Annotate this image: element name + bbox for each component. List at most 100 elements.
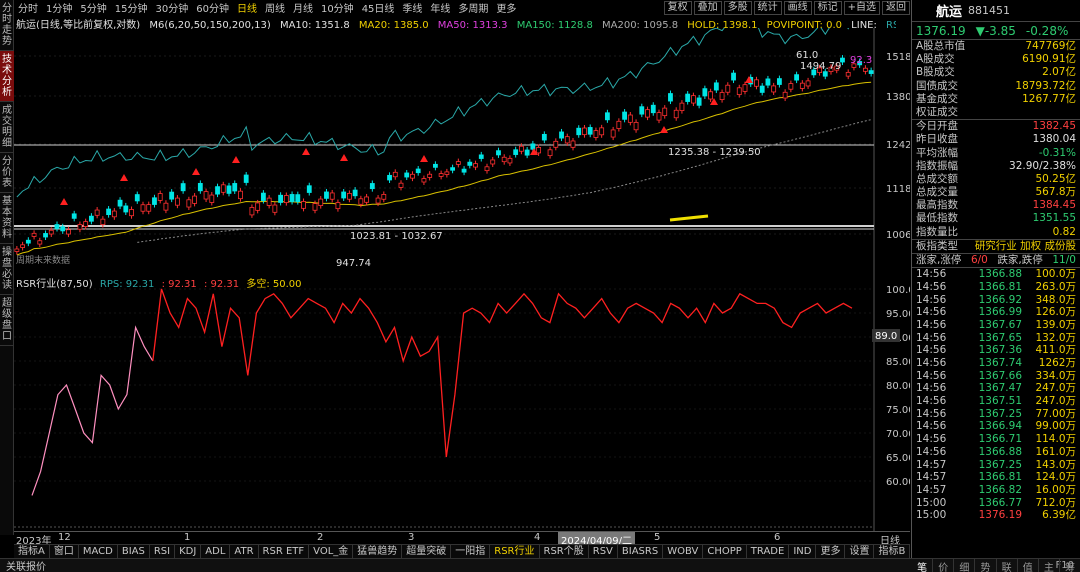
tick-row: 15:00 1366.77 712.0万	[912, 497, 1080, 510]
indicator-right-tab-0[interactable]: 指标B	[874, 545, 911, 558]
candle-body	[530, 143, 536, 150]
indicator-tab-16[interactable]: BIASRS	[618, 545, 664, 558]
rsr-chart[interactable]: 100.095.0090.0085.0080.0075.0070.0065.00…	[14, 272, 910, 531]
candle-body	[226, 185, 232, 194]
candle-body	[295, 194, 301, 202]
candle-body	[805, 80, 811, 87]
indicator-tab-13[interactable]: RSR行业	[490, 545, 540, 558]
toolbar-button-7[interactable]: 返回	[882, 0, 910, 15]
board-type-label: 板指类型	[916, 239, 958, 252]
timeframe-tab-4[interactable]: 30分钟	[151, 0, 192, 15]
side-tab-6[interactable]: 超级盘口	[0, 295, 14, 346]
side-tab-5[interactable]: 操盘必读	[0, 244, 14, 295]
tick-list[interactable]: 14:56 1366.88 100.0万 14:56 1366.81 263.0万 14:5…	[912, 267, 1080, 522]
timeframe-tab-14[interactable]: 更多	[492, 0, 520, 15]
stat-label: 总成交量	[916, 186, 958, 199]
timeframe-tab-11[interactable]: 季线	[398, 0, 426, 15]
board-type-value[interactable]: 研究行业 加权 成份股	[975, 240, 1076, 253]
panel-tab-6[interactable]: 主	[1039, 559, 1060, 572]
indicator-tab-5[interactable]: KDJ	[175, 545, 202, 558]
stat-label: 今日开盘	[916, 120, 958, 133]
toolbar-button-5[interactable]: 标记	[813, 0, 842, 15]
tick-row: 14:57 1367.25 143.0万	[912, 459, 1080, 472]
candle-body	[329, 192, 335, 200]
timeframe-tab-0[interactable]: 分时	[14, 0, 42, 15]
side-tab-1[interactable]: 技术分析	[0, 51, 14, 102]
panel-tab-5[interactable]: 值	[1018, 559, 1039, 572]
toolbar-button-2[interactable]: 多股	[723, 0, 752, 15]
panel-tab-0[interactable]: 笔	[912, 559, 934, 572]
indicator-tab-9[interactable]: VOL_金	[309, 545, 354, 558]
indicator-tab-19[interactable]: TRADE	[747, 545, 790, 558]
indicator-tab-21[interactable]: 更多	[816, 545, 846, 558]
indicator-tab-20[interactable]: IND	[789, 545, 817, 558]
price-axis-label: 1118	[886, 184, 910, 195]
candle-body	[868, 70, 874, 74]
timeframe-tab-12[interactable]: 年线	[426, 0, 454, 15]
indicator-tab-1[interactable]: 窗口	[50, 545, 79, 558]
linked-quote-button[interactable]: 关联报价	[0, 558, 52, 572]
indicator-tab-4[interactable]: RSI	[150, 545, 176, 558]
tick-row: 14:56 1367.74 1262万	[912, 357, 1080, 370]
signal-triangle	[120, 174, 128, 181]
tick-time: 14:57	[916, 483, 947, 496]
side-tab-4[interactable]: 基本资料	[0, 193, 14, 244]
indicator-tab-3[interactable]: BIAS	[118, 545, 150, 558]
panel-tab-4[interactable]: 联	[997, 559, 1018, 572]
indicator-tab-7[interactable]: ATR	[230, 545, 259, 558]
panel-tab-3[interactable]: 势	[975, 559, 997, 572]
indicator-tab-2[interactable]: MACD	[79, 545, 118, 558]
timeframe-tab-3[interactable]: 15分钟	[111, 0, 152, 15]
timeframe-tab-9[interactable]: 10分钟	[317, 0, 358, 15]
toolbar-button-6[interactable]: +自选	[843, 0, 880, 15]
tick-volume: 348.0万	[1035, 293, 1076, 306]
timeframe-tab-8[interactable]: 月线	[289, 0, 317, 15]
candle-body	[129, 209, 134, 217]
indicator-tab-0[interactable]: 指标A	[14, 545, 50, 558]
timeframe-tab-13[interactable]: 多周期	[454, 0, 492, 15]
side-tab-0[interactable]: 分时走势	[0, 0, 14, 51]
timeframe-tab-10[interactable]: 45日线	[358, 0, 399, 15]
side-tab-2[interactable]: 成交明细	[0, 102, 14, 153]
tick-time: 14:56	[916, 382, 947, 395]
indicator-tab-18[interactable]: CHOPP	[703, 545, 747, 558]
timeframe-tab-5[interactable]: 60分钟	[192, 0, 233, 15]
timeframe-tab-7[interactable]: 周线	[261, 0, 289, 15]
stat-label: 指数量比	[916, 225, 958, 238]
candle-body	[318, 198, 324, 206]
candle-body	[467, 161, 473, 166]
indicator-tab-12[interactable]: 一阳指	[451, 545, 491, 558]
panel-tab-7[interactable]: 筹	[1060, 559, 1080, 572]
candle-body	[249, 207, 255, 216]
indicator-tab-6[interactable]: ADL	[201, 545, 231, 558]
panel-bottom-tabs: 笔价细势联值主筹	[912, 558, 1080, 572]
indicator-tab-22[interactable]: 设置	[845, 545, 875, 558]
toolbar-button-4[interactable]: 画线	[783, 0, 812, 15]
tick-volume: 263.0万	[1035, 280, 1076, 293]
rs-annotation: 92.3	[850, 55, 872, 66]
indicator-tab-14[interactable]: RSR个股	[540, 545, 589, 558]
summary-row: 国债成交 18793.72亿	[912, 80, 1080, 93]
timeframe-tab-6[interactable]: 日线	[233, 0, 261, 15]
panel-tab-1[interactable]: 价	[933, 559, 955, 572]
side-tab-3[interactable]: 分价表	[0, 153, 14, 193]
tick-volume: 114.0万	[1035, 433, 1076, 446]
indicator-tab-11[interactable]: 超量突破	[402, 545, 452, 558]
tick-price: 1367.47	[978, 382, 1022, 395]
candle-body	[352, 189, 358, 197]
panel-tab-2[interactable]: 细	[954, 559, 976, 572]
timeframe-tab-1[interactable]: 1分钟	[42, 0, 76, 15]
timeframe-tab-2[interactable]: 5分钟	[76, 0, 110, 15]
tick-time: 14:57	[916, 471, 947, 484]
tick-price: 1366.99	[978, 306, 1022, 319]
toolbar-button-3[interactable]: 统计	[753, 0, 782, 15]
toolbar-button-1[interactable]: 叠加	[693, 0, 722, 15]
indicator-tab-10[interactable]: 猛兽趋势	[353, 545, 403, 558]
candle-body	[450, 167, 456, 171]
indicator-tab-15[interactable]: RSV	[589, 545, 618, 558]
candlestick-chart[interactable]: 1518 1380 1242 1118 1006 947.74 1023.81 - 1032…	[14, 28, 910, 272]
indicator-tab-8[interactable]: RSR ETF	[259, 545, 310, 558]
summary-label: 国债成交	[916, 79, 958, 92]
toolbar-button-0[interactable]: 复权	[663, 0, 692, 15]
indicator-tab-17[interactable]: WOBV	[663, 545, 704, 558]
